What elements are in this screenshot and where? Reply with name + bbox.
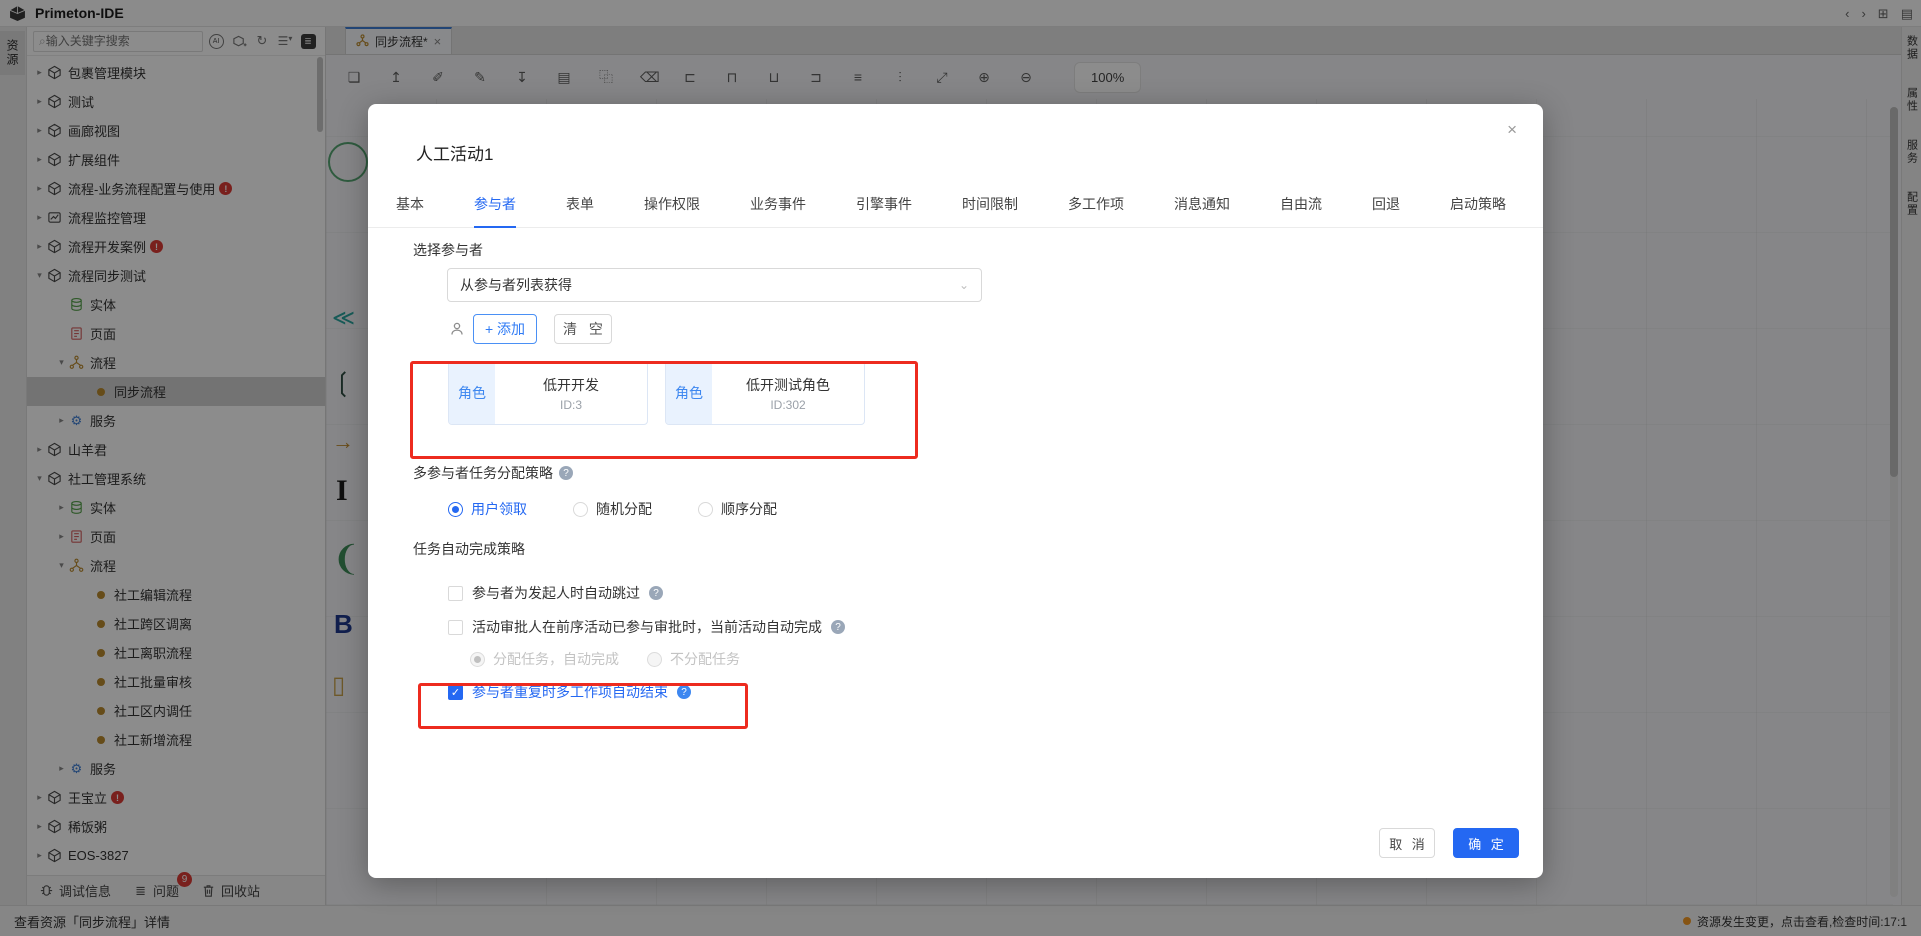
dialog-tab-启动策略[interactable]: 启动策略 bbox=[1450, 194, 1506, 227]
dialog-title: 人工活动1 bbox=[368, 104, 1543, 165]
radio-icon bbox=[573, 502, 588, 517]
radio-随机分配[interactable]: 随机分配 bbox=[573, 499, 652, 519]
select-value: 从参与者列表获得 bbox=[460, 275, 572, 295]
cancel-button[interactable]: 取 消 bbox=[1379, 828, 1435, 858]
participant-cards: 角色 低开开发 ID:3 角色 低开测试角色 ID:302 bbox=[448, 361, 1498, 425]
participant-card[interactable]: 角色 低开开发 ID:3 bbox=[448, 361, 648, 425]
role-tag: 角色 bbox=[449, 362, 495, 424]
checkbox-icon bbox=[448, 620, 463, 635]
add-participant-button[interactable]: + 添加 bbox=[473, 314, 537, 344]
participant-card[interactable]: 角色 低开测试角色 ID:302 bbox=[665, 361, 865, 425]
dialog-footer: 取 消 确 定 bbox=[1379, 828, 1519, 858]
radio-disabled-icon bbox=[647, 652, 662, 667]
dialog-body: 选择参与者 从参与者列表获得 ⌄ + 添加 清 空 角色 低开开发 ID:3 角… bbox=[368, 228, 1543, 702]
assign-strategy-label: 多参与者任务分配策略 ? bbox=[413, 463, 1498, 483]
dialog-tabs: 基本 参与者 表单 操作权限 业务事件 引擎事件 时间限制 多工作项 消息通知 自由流 回退 启动策略 bbox=[368, 194, 1543, 228]
radio-disabled-分配任务，自动完成: 分配任务，自动完成 bbox=[470, 649, 619, 669]
close-icon[interactable]: × bbox=[1507, 120, 1517, 140]
radio-用户领取[interactable]: 用户领取 bbox=[448, 499, 527, 519]
help-icon[interactable]: ? bbox=[831, 620, 845, 634]
person-icon bbox=[449, 321, 465, 337]
role-tag: 角色 bbox=[666, 362, 712, 424]
role-name: 低开开发 bbox=[543, 375, 599, 395]
role-id: ID:302 bbox=[770, 398, 805, 412]
checkbox-checked-icon: ✓ bbox=[448, 685, 463, 700]
skip-when-initiator-checkbox[interactable]: 参与者为发起人时自动跳过 ? bbox=[448, 583, 1498, 603]
auto-complete-sub-options: 分配任务，自动完成 不分配任务 bbox=[470, 650, 1498, 668]
radio-顺序分配[interactable]: 顺序分配 bbox=[698, 499, 777, 519]
app-root: Primeton-IDE ‹ › ⊞ ▤ 资源 ⌕ AI↻☰▾≣ ▸ 包裹管理模… bbox=[0, 0, 1921, 936]
checkbox-icon bbox=[448, 586, 463, 601]
participant-source-select[interactable]: 从参与者列表获得 ⌄ bbox=[447, 268, 982, 302]
auto-end-duplicate-workitems-checkbox[interactable]: ✓ 参与者重复时多工作项自动结束 ? bbox=[448, 682, 1498, 702]
help-icon[interactable]: ? bbox=[559, 466, 573, 480]
radio-disabled-不分配任务: 不分配任务 bbox=[647, 649, 740, 669]
dialog-tab-回退[interactable]: 回退 bbox=[1372, 194, 1400, 227]
dialog-tab-时间限制[interactable]: 时间限制 bbox=[962, 194, 1018, 227]
chevron-down-icon: ⌄ bbox=[959, 278, 969, 292]
dialog-tab-业务事件[interactable]: 业务事件 bbox=[750, 194, 806, 227]
participant-section-label: 选择参与者 bbox=[413, 240, 1498, 260]
autocomplete-strategy-label: 任务自动完成策略 bbox=[413, 539, 1498, 559]
help-icon[interactable]: ? bbox=[677, 685, 691, 699]
radio-disabled-icon bbox=[470, 652, 485, 667]
radio-icon bbox=[698, 502, 713, 517]
dialog-tab-基本[interactable]: 基本 bbox=[396, 194, 424, 227]
dialog-tab-操作权限[interactable]: 操作权限 bbox=[644, 194, 700, 227]
participant-actions: + 添加 清 空 bbox=[449, 314, 1498, 344]
role-name: 低开测试角色 bbox=[746, 375, 830, 395]
dialog-tab-表单[interactable]: 表单 bbox=[566, 194, 594, 227]
dialog-tab-消息通知[interactable]: 消息通知 bbox=[1174, 194, 1230, 227]
role-id: ID:3 bbox=[560, 398, 582, 412]
ok-button[interactable]: 确 定 bbox=[1453, 828, 1519, 858]
dialog-tab-多工作项[interactable]: 多工作项 bbox=[1068, 194, 1124, 227]
assign-strategy-options: 用户领取 随机分配 顺序分配 bbox=[448, 499, 1498, 519]
activity-dialog: × 人工活动1 基本 参与者 表单 操作权限 业务事件 引擎事件 时间限制 多工作项 消息通知 自… bbox=[368, 104, 1543, 878]
clear-participants-button[interactable]: 清 空 bbox=[554, 314, 612, 344]
dialog-tab-参与者[interactable]: 参与者 bbox=[474, 194, 516, 227]
auto-complete-when-approved-checkbox[interactable]: 活动审批人在前序活动已参与审批时，当前活动自动完成 ? bbox=[448, 617, 1498, 637]
dialog-tab-引擎事件[interactable]: 引擎事件 bbox=[856, 194, 912, 227]
radio-icon bbox=[448, 502, 463, 517]
help-icon[interactable]: ? bbox=[649, 586, 663, 600]
dialog-tab-自由流[interactable]: 自由流 bbox=[1280, 194, 1322, 227]
